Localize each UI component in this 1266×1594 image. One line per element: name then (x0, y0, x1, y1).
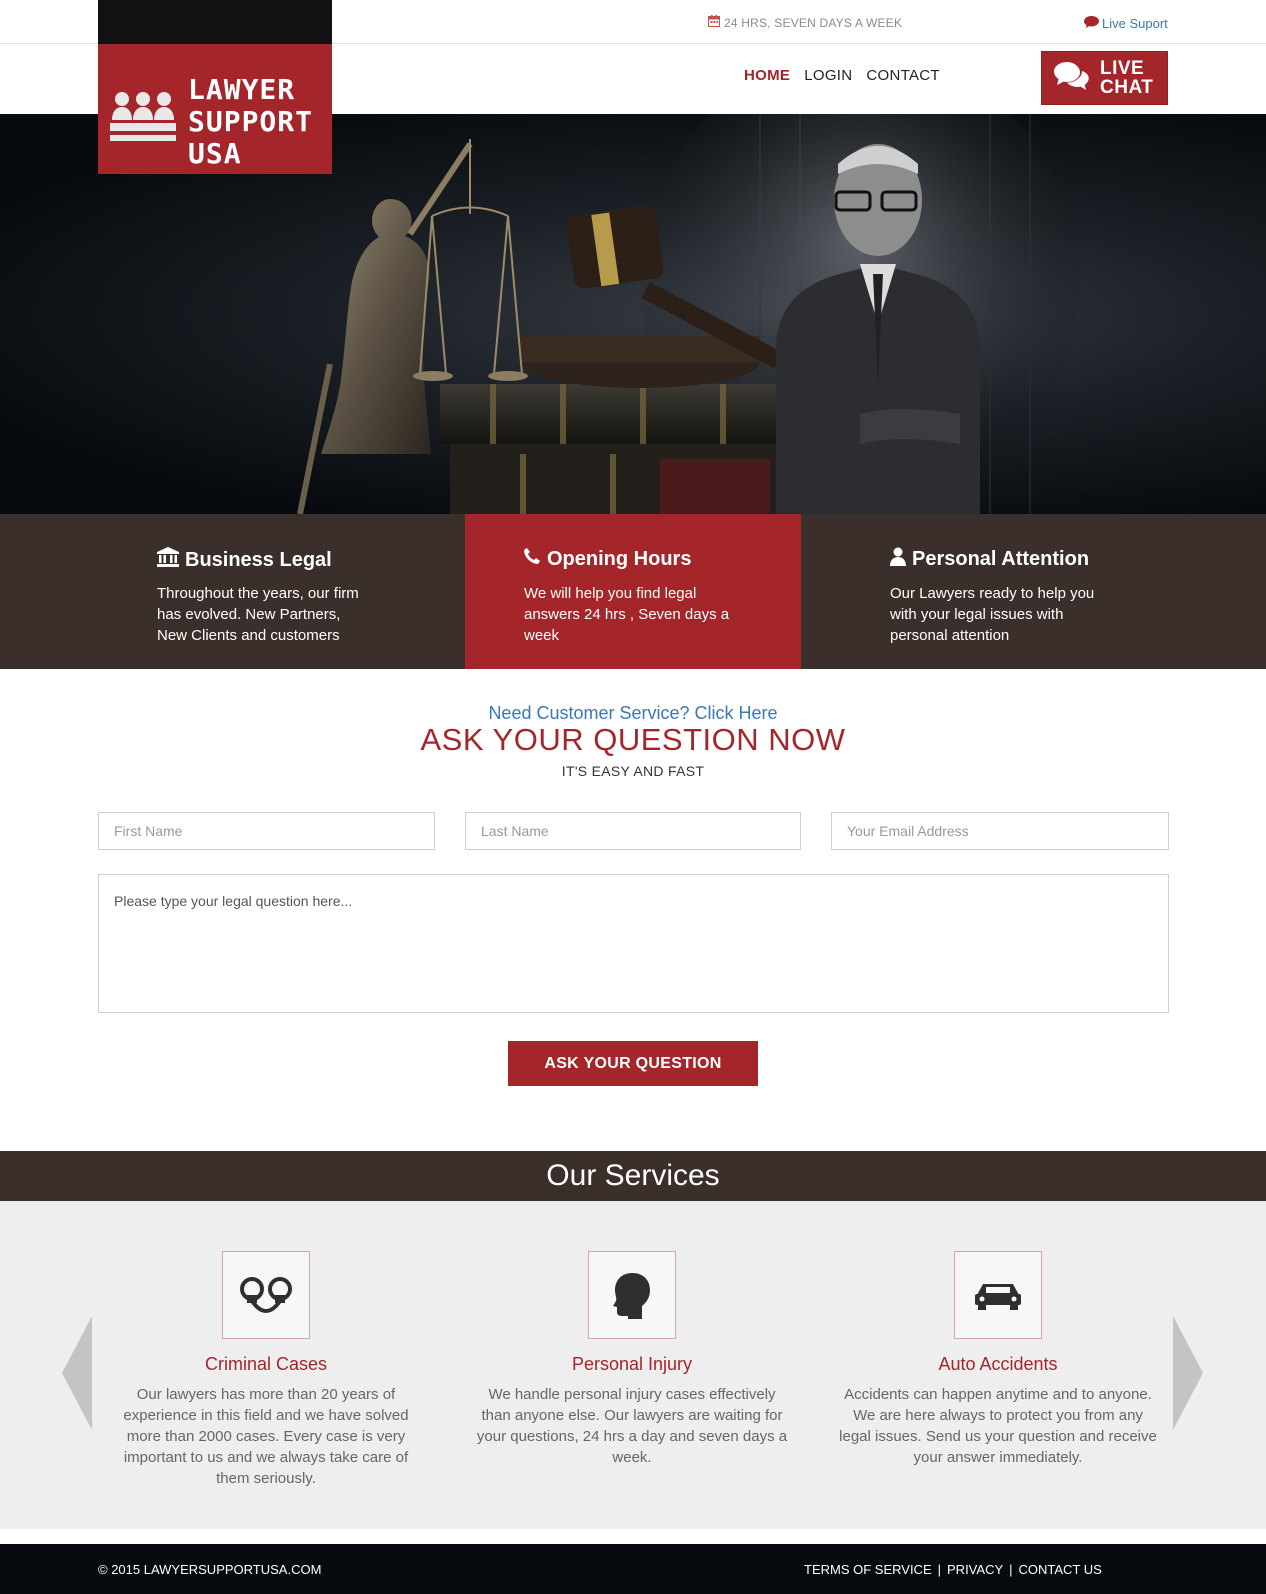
live-chat-button[interactable]: LIVE CHAT (1041, 51, 1168, 105)
logo-top-bar (98, 0, 332, 44)
ask-title: ASK YOUR QUESTION NOW (420, 722, 846, 757)
nav-contact[interactable]: CONTACT (866, 67, 939, 84)
copyright: © 2015 LAWYERSUPPORTUSA.COM (98, 1562, 322, 1577)
service-text: Accidents can happen anytime and to anyo… (839, 1386, 1157, 1466)
feature-personal-attention: Personal Attention Our Lawyers ready to … (801, 514, 1266, 669)
feature-line: New Clients and customers (157, 627, 340, 644)
ask-question-button[interactable]: ASK YOUR QUESTION (508, 1041, 758, 1086)
feature-title-text: Personal Attention (912, 548, 1090, 570)
email-field[interactable] (831, 812, 1169, 850)
service-text: Our lawyers has more than 20 years of ex… (123, 1386, 409, 1487)
feature-line: Throughout the years, our firm (157, 585, 359, 602)
question-textarea[interactable] (98, 874, 1169, 1013)
hero-illustration (297, 114, 1080, 514)
phone-icon (523, 547, 541, 571)
logo-line-3: USA (188, 137, 242, 170)
ask-subtitle: IT'S EASY AND FAST (561, 763, 705, 779)
feature-line: personal attention (890, 627, 1010, 644)
head-icon (588, 1251, 676, 1339)
feature-text: Our Lawyers ready to help you with your … (890, 583, 1094, 646)
service-text: We handle personal injury cases effectiv… (476, 1386, 788, 1466)
calendar-icon (708, 15, 720, 30)
live-support-text: Live Suport (1102, 16, 1168, 31)
chat-bubbles-icon (1052, 59, 1092, 98)
services-area: Criminal Cases Our lawyers has more than… (0, 1201, 1266, 1529)
last-name-field[interactable] (465, 812, 801, 850)
feature-business-legal: Business Legal Throughout the years, our… (0, 514, 465, 669)
carousel-next-arrow[interactable] (1173, 1316, 1203, 1435)
site-logo[interactable]: LAWYER SUPPORT USA (98, 44, 332, 174)
feature-opening-hours: Opening Hours We will help you find lega… (465, 514, 801, 669)
feature-line: week (524, 627, 560, 644)
live-chat-text: LIVE CHAT (1100, 59, 1153, 97)
live-chat-line-1: LIVE (1100, 58, 1145, 79)
chat-bubble-icon (1083, 15, 1100, 32)
logo-text: LAWYER SUPPORT USA (188, 74, 313, 170)
footer-terms-link[interactable]: TERMS OF SERVICE (804, 1562, 932, 1577)
feature-title: Opening Hours (523, 547, 691, 571)
feature-text: We will help you find legal answers 24 h… (524, 583, 729, 646)
feature-title-text: Opening Hours (547, 547, 692, 570)
services-heading: Our Services (0, 1151, 1266, 1201)
service-title: Auto Accidents (938, 1354, 1058, 1374)
feature-line: has evolved. New Partners, (157, 606, 341, 623)
footer-separator: | (1009, 1562, 1013, 1577)
hours-text: 24 HRS, SEVEN DAYS A WEEK (724, 15, 903, 30)
first-name-field[interactable] (98, 812, 435, 850)
feature-strip: Business Legal Throughout the years, our… (0, 514, 1266, 669)
feature-title: Business Legal (157, 547, 332, 573)
service-title: Criminal Cases (204, 1354, 328, 1374)
feature-line: Our Lawyers ready to help you (890, 585, 1095, 602)
feature-title-text: Business Legal (185, 548, 332, 571)
feature-line: We will help you find legal (524, 585, 697, 602)
service-title: Personal Injury (571, 1354, 693, 1374)
footer-separator: | (937, 1562, 942, 1577)
nav-login[interactable]: LOGIN (804, 67, 852, 84)
live-chat-line-2: CHAT (1100, 77, 1154, 98)
people-icon (110, 90, 176, 151)
live-support-link[interactable]: Live Suport (1083, 15, 1168, 32)
feature-line: with your legal issues with (890, 606, 1064, 623)
feature-text: Throughout the years, our firm has evolv… (157, 583, 359, 646)
feature-title: Personal Attention (890, 547, 1089, 572)
hours-notice: 24 HRS, SEVEN DAYS A WEEK (708, 15, 902, 30)
feature-line: answers 24 hrs , Seven days a (524, 606, 730, 623)
bank-icon (157, 547, 179, 573)
car-icon (954, 1251, 1042, 1339)
footer: © 2015 LAWYERSUPPORTUSA.COM TERMS OF SER… (0, 1544, 1266, 1594)
main-nav: HOME LOGIN CONTACT (744, 67, 940, 84)
logo-line-1: LAWYER (188, 73, 296, 106)
footer-links: TERMS OF SERVICE | PRIVACY | CONTACT US (804, 1562, 1102, 1577)
footer-contact-link[interactable]: CONTACT US (1019, 1562, 1102, 1577)
customer-service-link[interactable]: Need Customer Service? Click Here (0, 703, 1266, 724)
footer-privacy-link[interactable]: PRIVACY (947, 1562, 1003, 1577)
nav-home[interactable]: HOME (744, 67, 790, 84)
user-icon (890, 547, 906, 572)
handcuffs-icon (222, 1251, 310, 1339)
hero-image (0, 114, 1266, 514)
carousel-prev-arrow[interactable] (62, 1316, 92, 1435)
logo-line-2: SUPPORT (188, 105, 314, 138)
